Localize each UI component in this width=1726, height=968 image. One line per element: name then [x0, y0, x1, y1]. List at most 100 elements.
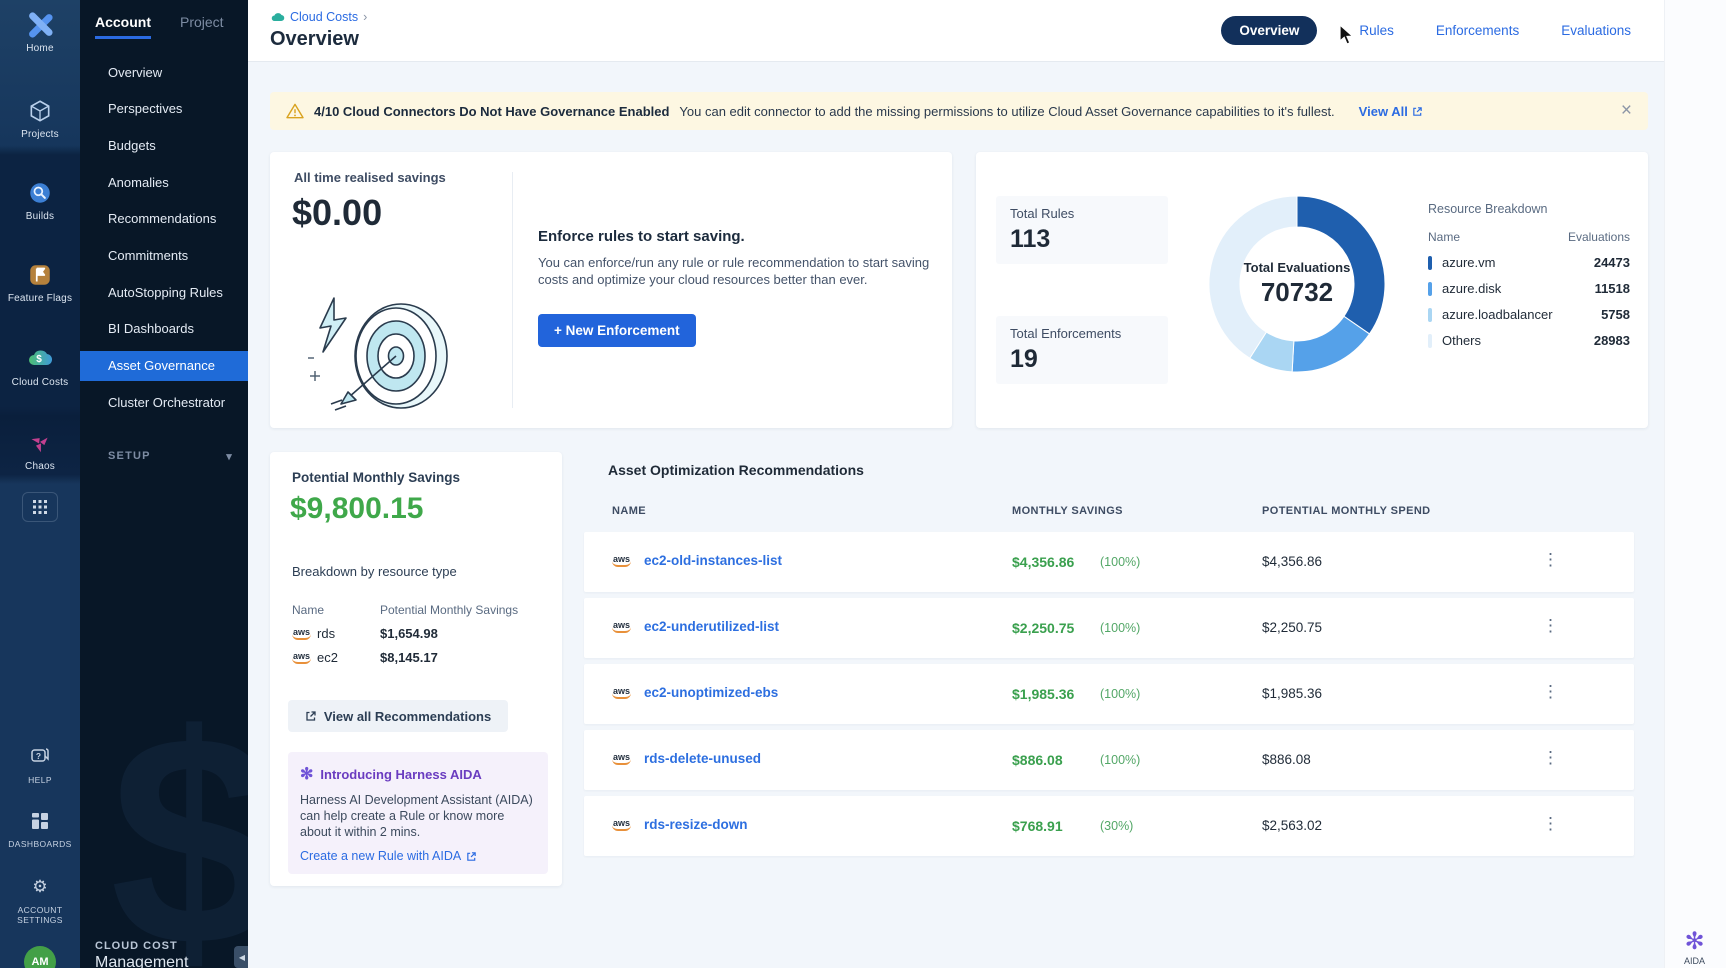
total-enforcements-value: 19: [1010, 345, 1154, 374]
table-row[interactable]: awsrds-resize-down $768.91 (30%) $2,563.…: [584, 796, 1634, 856]
breakdown-col-name: Name: [292, 603, 380, 617]
table-row[interactable]: awsec2-underutilized-list $2,250.75 (100…: [584, 598, 1634, 658]
legend-label: azure.loadbalancer: [1442, 307, 1553, 322]
aws-icon: aws: [612, 554, 631, 567]
user-avatar[interactable]: AM: [24, 946, 56, 968]
legend-tick-azure-loadbalancer: [1428, 308, 1432, 322]
governance-stats-card: Total Rules 113 Total Enforcements 19 To…: [976, 152, 1648, 428]
aida-intro-panel: ✻ Introducing Harness AIDA Harness AI De…: [288, 752, 548, 874]
col-name: NAME: [612, 505, 646, 517]
page-title: Overview: [270, 28, 359, 51]
tab-evaluations[interactable]: Evaluations: [1561, 23, 1631, 38]
total-rules-box: Total Rules 113: [996, 196, 1168, 264]
tab-enforcements[interactable]: Enforcements: [1436, 23, 1519, 38]
total-rules-value: 113: [1010, 225, 1154, 254]
table-row[interactable]: awsrds-delete-unused $886.08 (100%) $886…: [584, 730, 1634, 790]
legend-header: Name Evaluations: [1428, 230, 1630, 244]
recommendation-link[interactable]: ec2-unoptimized-ebs: [644, 685, 778, 700]
savings-percent: (100%): [1100, 753, 1140, 767]
rail-label-cloud-costs: Cloud Costs: [0, 377, 80, 388]
governance-warning-banner: 4/10 Cloud Connectors Do Not Have Govern…: [270, 92, 1648, 130]
tab-rules[interactable]: Rules: [1359, 23, 1394, 38]
sidebar-item-autostopping-rules[interactable]: AutoStopping Rules: [80, 278, 248, 308]
monthly-savings-value: $2,250.75: [1012, 620, 1074, 636]
rail-item-dashboards[interactable]: DASHBOARDS: [0, 806, 80, 849]
rail-item-cloud-costs[interactable]: $ Cloud Costs: [0, 344, 80, 388]
recommendation-link[interactable]: ec2-old-instances-list: [644, 553, 782, 568]
tab-project[interactable]: Project: [180, 14, 224, 30]
col-monthly-savings: MONTHLY SAVINGS: [1012, 505, 1123, 517]
row-menu-kebab-icon[interactable]: ⋮: [1542, 550, 1559, 570]
sidebar-item-budgets[interactable]: Budgets: [80, 131, 248, 161]
view-all-recommendations-button[interactable]: View all Recommendations: [288, 700, 508, 732]
sidebar-item-anomalies[interactable]: Anomalies: [80, 168, 248, 198]
rail-label-builds: Builds: [0, 211, 80, 222]
sidebar-setup-toggle[interactable]: SETUP ▾: [108, 450, 233, 463]
sidebar-collapse-button[interactable]: ◀: [234, 946, 248, 968]
banner-close-button[interactable]: ×: [1621, 100, 1632, 122]
rail-item-projects[interactable]: Projects: [0, 96, 80, 140]
aida-title: Introducing Harness AIDA: [320, 767, 481, 782]
dashboards-icon: [0, 806, 80, 836]
recommendation-link[interactable]: rds-resize-down: [644, 817, 748, 832]
row-menu-kebab-icon[interactable]: ⋮: [1542, 814, 1559, 834]
chevron-down-icon: ▾: [226, 450, 233, 463]
svg-text:?: ?: [36, 751, 41, 761]
donut-segment-azure.vm[interactable]: [1297, 196, 1385, 334]
rail-item-account-settings[interactable]: ⚙ ACCOUNT SETTINGS: [0, 872, 80, 925]
aida-create-rule-link[interactable]: Create a new Rule with AIDA: [300, 849, 536, 863]
breadcrumb-separator: ›: [363, 10, 367, 24]
row-menu-kebab-icon[interactable]: ⋮: [1542, 682, 1559, 702]
rail-label-help: HELP: [0, 775, 80, 785]
aida-link-label: Create a new Rule with AIDA: [300, 849, 461, 863]
breadcrumb-link[interactable]: Cloud Costs: [290, 10, 358, 24]
sidebar-item-overview[interactable]: Overview: [80, 58, 248, 88]
harness-logo-icon: [0, 10, 80, 40]
sidebar-item-asset-governance[interactable]: Asset Governance: [80, 351, 248, 381]
table-row[interactable]: awsec2-unoptimized-ebs $1,985.36 (100%) …: [584, 664, 1634, 724]
sidebar-item-perspectives[interactable]: Perspectives: [80, 94, 248, 124]
aida-floating-button[interactable]: ✻ AIDA: [1684, 930, 1705, 966]
legend-row: Others 28983: [1428, 333, 1630, 348]
tab-overview[interactable]: Overview: [1221, 16, 1317, 45]
rail-item-help[interactable]: ? HELP: [0, 742, 80, 785]
breakdown-row: aws ec2 $8,145.17: [292, 650, 540, 665]
help-icon: ?: [0, 742, 80, 772]
aws-icon: aws: [292, 627, 311, 640]
sidebar-item-cluster-orchestrator[interactable]: Cluster Orchestrator: [80, 388, 248, 418]
potential-savings-title: Potential Monthly Savings: [292, 470, 460, 485]
sidebar-item-recommendations[interactable]: Recommendations: [80, 204, 248, 234]
table-row[interactable]: awsec2-old-instances-list $4,356.86 (100…: [584, 532, 1634, 592]
potential-spend-value: $4,356.86: [1262, 554, 1322, 569]
external-link-icon: [305, 710, 317, 722]
rail-item-feature-flags[interactable]: Feature Flags: [0, 260, 80, 304]
projects-icon: [0, 96, 80, 126]
breadcrumb[interactable]: Cloud Costs ›: [270, 10, 367, 24]
aida-flower-icon: ✻: [300, 764, 313, 784]
rail-item-builds[interactable]: Builds: [0, 178, 80, 222]
recommendation-link[interactable]: ec2-underutilized-list: [644, 619, 779, 634]
tab-account[interactable]: Account: [95, 14, 151, 39]
breakdown-title: Breakdown by resource type: [292, 564, 457, 579]
recommendations-title: Asset Optimization Recommendations: [608, 462, 864, 478]
row-menu-kebab-icon[interactable]: ⋮: [1542, 616, 1559, 636]
aws-icon: aws: [612, 818, 631, 831]
rail-item-home[interactable]: Home: [0, 10, 80, 54]
new-enforcement-button[interactable]: + New Enforcement: [538, 314, 696, 347]
row-menu-kebab-icon[interactable]: ⋮: [1542, 748, 1559, 768]
ccm-sidebar: $ Account Project Overview Perspectives …: [80, 0, 248, 968]
legend-tick-others: [1428, 334, 1432, 348]
realised-savings-card: All time realised savings $0.00: [270, 152, 952, 428]
donut-segment-Others[interactable]: [1209, 196, 1297, 358]
recommendation-link[interactable]: rds-delete-unused: [644, 751, 761, 766]
feature-flags-icon: [0, 260, 80, 290]
cloud-costs-icon: $: [0, 344, 80, 374]
breakdown-header: Name Potential Monthly Savings: [292, 603, 540, 617]
breakdown-resource-value: $8,145.17: [380, 650, 438, 665]
banner-view-all-link[interactable]: View All: [1359, 104, 1423, 119]
module-grid-button[interactable]: [0, 492, 80, 522]
rail-item-chaos[interactable]: Chaos: [0, 428, 80, 472]
sidebar-item-bi-dashboards[interactable]: BI Dashboards: [80, 314, 248, 344]
main-content: Cloud Costs › Overview Overview Rules En…: [248, 0, 1726, 968]
sidebar-item-commitments[interactable]: Commitments: [80, 241, 248, 271]
